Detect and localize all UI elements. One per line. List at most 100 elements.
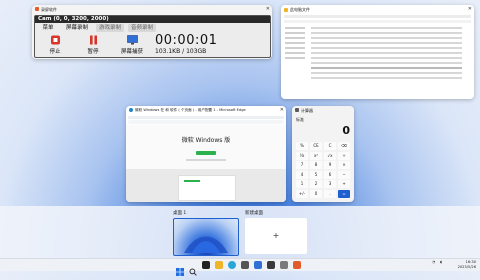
edge-page: 微软 Windows 版 (126, 125, 286, 202)
recorder-panel: Cam (0, 0, 3200, 2000) 菜单 屏幕录制 游戏录制 音频录制… (34, 15, 271, 58)
terminal-icon[interactable] (267, 261, 275, 269)
sidebar-item[interactable] (285, 57, 305, 59)
store-icon[interactable] (254, 261, 262, 269)
calculator-mode[interactable]: 标准 (296, 117, 304, 123)
stop-icon (50, 35, 60, 45)
new-desktop-label: 新建桌面 (245, 211, 263, 216)
explorer-window-title: 此电脑文件 (290, 7, 310, 12)
list-item[interactable] (311, 62, 462, 64)
calc-key[interactable]: 2 (310, 180, 322, 188)
list-item[interactable] (311, 72, 462, 74)
wifi-icon[interactable]: ◔ (432, 260, 435, 264)
sidebar-item[interactable] (285, 42, 305, 44)
calc-key[interactable]: − (338, 170, 350, 179)
calc-key[interactable]: . (324, 189, 336, 198)
settings-icon[interactable] (280, 261, 288, 269)
close-icon[interactable]: ✕ (266, 7, 270, 12)
calc-key[interactable]: ⌫ (338, 142, 350, 150)
edge-page-heading: 微软 Windows 版 (181, 137, 231, 144)
edge-icon (129, 108, 133, 112)
calc-key[interactable]: √x (324, 151, 336, 160)
list-item[interactable] (311, 52, 462, 54)
explorer-toolbar (284, 15, 471, 18)
close-icon[interactable]: ✕ (468, 7, 472, 12)
list-item[interactable] (311, 32, 462, 34)
monitor-icon (126, 35, 138, 45)
tab-game-record[interactable]: 游戏录制 (96, 24, 124, 32)
calc-key[interactable]: 9 (324, 161, 336, 169)
calc-key[interactable]: = (338, 189, 350, 198)
calc-key[interactable]: C (324, 142, 336, 150)
pause-button[interactable]: 暂停 (79, 35, 107, 55)
search-icon[interactable] (189, 261, 197, 276)
calc-key[interactable]: × (338, 161, 350, 169)
pause-icon (89, 35, 97, 45)
task-view-icon[interactable] (202, 261, 210, 269)
calc-key[interactable]: + (338, 180, 350, 188)
start-icon[interactable] (176, 261, 184, 276)
edge-tab-strip[interactable] (128, 116, 284, 119)
tab-screen-record[interactable]: 屏幕录制 (62, 24, 92, 32)
calc-key[interactable]: 0 (310, 189, 322, 198)
list-item[interactable] (311, 57, 462, 59)
download-button[interactable] (196, 151, 216, 155)
calc-key[interactable]: 5 (310, 170, 322, 179)
calc-key[interactable]: ÷ (338, 151, 350, 160)
record-timer: 00:00:01 (155, 33, 218, 48)
edge-window[interactable]: 微软 Windows 在 和 软件 ( 个页面 ) - 用户配置 1 - Mic… (126, 106, 286, 202)
list-item[interactable] (311, 77, 462, 79)
volume-icon[interactable]: ◖ (440, 260, 442, 264)
calc-key[interactable]: 1 (296, 180, 308, 188)
calc-key[interactable]: 6 (324, 170, 336, 179)
calc-key[interactable]: 7 (296, 161, 308, 169)
stop-label: 停止 (49, 49, 61, 55)
pause-label: 暂停 (87, 49, 99, 55)
list-item[interactable] (311, 27, 462, 29)
explorer-window[interactable]: 此电脑文件 ✕ (281, 5, 474, 99)
desktop-1-thumbnail[interactable] (173, 218, 239, 256)
virtual-desktop-strip: 桌面 1 新建桌面 + (0, 206, 480, 258)
calc-key[interactable]: 3 (324, 180, 336, 188)
explorer-address-bar[interactable] (284, 20, 471, 23)
edge-address-bar[interactable] (128, 120, 284, 124)
tab-audio-record[interactable]: 音频录制 (128, 24, 156, 32)
folder-icon (284, 8, 288, 12)
calculator-taskbar-icon[interactable] (241, 261, 249, 269)
add-desktop-button[interactable]: + (245, 218, 307, 254)
calculator-icon (295, 108, 299, 112)
sidebar-item[interactable] (285, 52, 305, 54)
calculator-window[interactable]: 计算器 标准 0 % CE C ⌫ ⅟x x² √x ÷ 7 8 9 × 4 5 6−1 2 3 + +/- 0. = (292, 106, 354, 202)
taskbar: ◔ ◖ 16:30 2023/5/26 (0, 258, 480, 276)
calculator-display: 0 (342, 124, 350, 137)
taskbar-time[interactable]: 16:30 (456, 260, 476, 264)
desktop-1-label: 桌面 1 (173, 211, 187, 216)
tab-menu[interactable]: 菜单 (37, 24, 59, 32)
screenshot-button[interactable]: 屏幕捕获 (115, 35, 149, 55)
recorder-window-title: 录屏软件 (41, 7, 57, 12)
edge-taskbar-icon[interactable] (228, 261, 236, 269)
calc-key[interactable]: +/- (296, 189, 308, 198)
sidebar-item[interactable] (285, 37, 305, 39)
sidebar-item[interactable] (285, 32, 305, 34)
recorder-taskbar-icon[interactable] (293, 261, 301, 269)
stop-button[interactable]: 停止 (41, 35, 69, 55)
list-item[interactable] (311, 37, 462, 39)
list-item[interactable] (311, 42, 462, 44)
calc-key[interactable]: CE (310, 142, 322, 150)
close-icon[interactable]: ✕ (280, 108, 284, 113)
recorder-title-bar: Cam (0, 0, 3200, 2000) (35, 16, 270, 23)
calc-key[interactable]: % (296, 142, 308, 150)
recorder-window[interactable]: 录屏软件 ✕ Cam (0, 0, 3200, 2000) 菜单 屏幕录制 游戏… (32, 5, 272, 59)
file-explorer-icon[interactable] (215, 261, 223, 269)
preview-accent (184, 180, 200, 182)
calc-key[interactable]: 4 (296, 170, 308, 179)
calc-key[interactable]: ⅟x (296, 151, 308, 160)
calc-key[interactable]: x² (310, 151, 322, 160)
sidebar-item[interactable] (285, 27, 305, 29)
calc-key[interactable]: 8 (310, 161, 322, 169)
screenshot-label: 屏幕捕获 (120, 49, 143, 55)
taskbar-date[interactable]: 2023/5/26 (452, 265, 476, 269)
list-item[interactable] (311, 47, 462, 49)
sidebar-item[interactable] (285, 47, 305, 49)
list-item-selected[interactable] (311, 67, 462, 69)
